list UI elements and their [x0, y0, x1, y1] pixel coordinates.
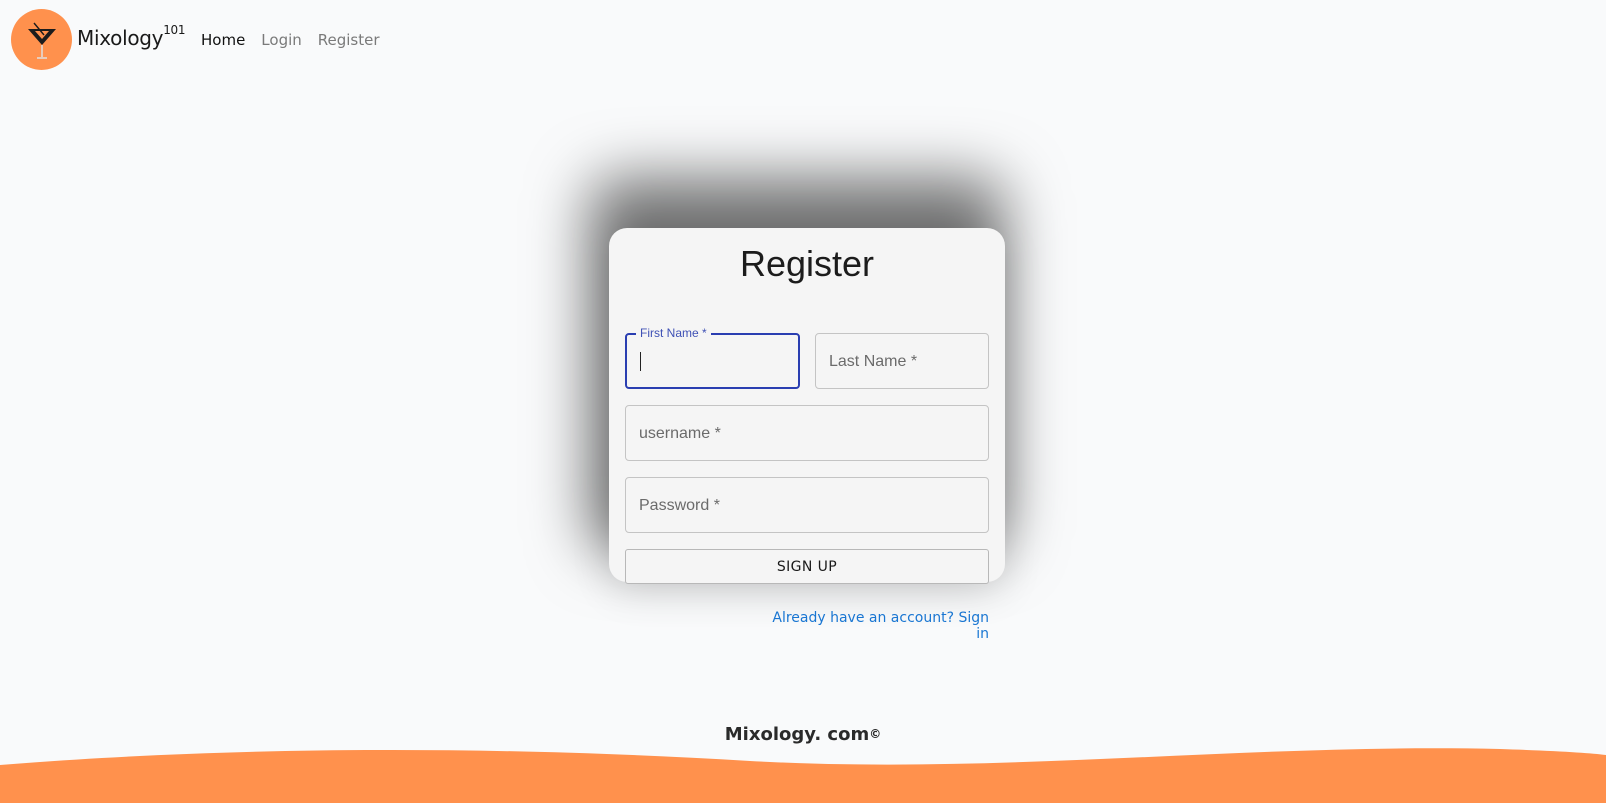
form-title: Register: [739, 243, 875, 284]
last-name-field[interactable]: Last Name *: [815, 333, 989, 389]
register-card: Register First Name * Last Name * userna…: [609, 228, 1005, 584]
last-name-placeholder: Last Name *: [829, 353, 918, 370]
first-name-label: First Name *: [636, 326, 711, 340]
navbar: Mixology101 Home Login Register: [0, 0, 1606, 82]
footer-text: Mixology. com©: [0, 724, 1606, 745]
brand-superscript: 101: [163, 23, 186, 38]
nav-link-home[interactable]: Home: [201, 31, 245, 49]
brand-text: Mixology: [77, 26, 164, 50]
nav-link-register[interactable]: Register: [318, 31, 380, 49]
brand-name[interactable]: Mixology101: [77, 23, 186, 50]
sign-in-link[interactable]: Already have an account? Sign in: [765, 610, 989, 642]
cocktail-glass-icon: [28, 22, 56, 59]
nav-links: Home Login Register: [201, 31, 380, 49]
username-placeholder: username *: [639, 425, 721, 442]
text-caret: [640, 352, 641, 371]
copyright-icon: ©: [869, 727, 882, 741]
password-placeholder: Password *: [639, 497, 720, 514]
footer-wave: [0, 748, 1606, 803]
password-field[interactable]: Password *: [625, 477, 989, 533]
nav-link-login[interactable]: Login: [261, 31, 301, 49]
footer-brand: Mixology. com: [724, 724, 870, 745]
sign-up-button[interactable]: SIGN UP: [625, 549, 989, 584]
logo[interactable]: [11, 9, 72, 70]
username-field[interactable]: username *: [625, 405, 989, 461]
first-name-field[interactable]: First Name *: [625, 326, 800, 389]
